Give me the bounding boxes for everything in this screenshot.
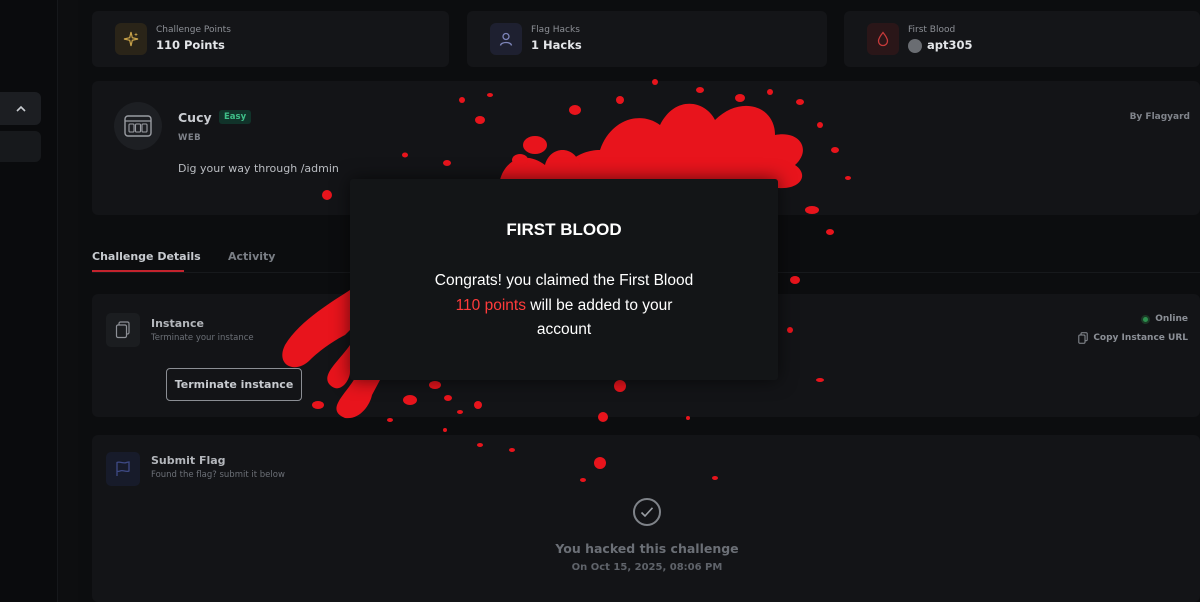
modal-line-2: will be added to your [525, 296, 673, 314]
modal-line-1: Congrats! you claimed the First Blood [434, 272, 694, 289]
modal-points: 110 points [455, 296, 526, 314]
modal-message: Congrats! you claimed the First Blood 11… [390, 269, 738, 343]
first-blood-modal: FIRST BLOOD Congrats! you claimed the Fi… [350, 179, 778, 380]
modal-title: FIRST BLOOD [506, 220, 622, 239]
modal-line-3: account [536, 321, 592, 338]
